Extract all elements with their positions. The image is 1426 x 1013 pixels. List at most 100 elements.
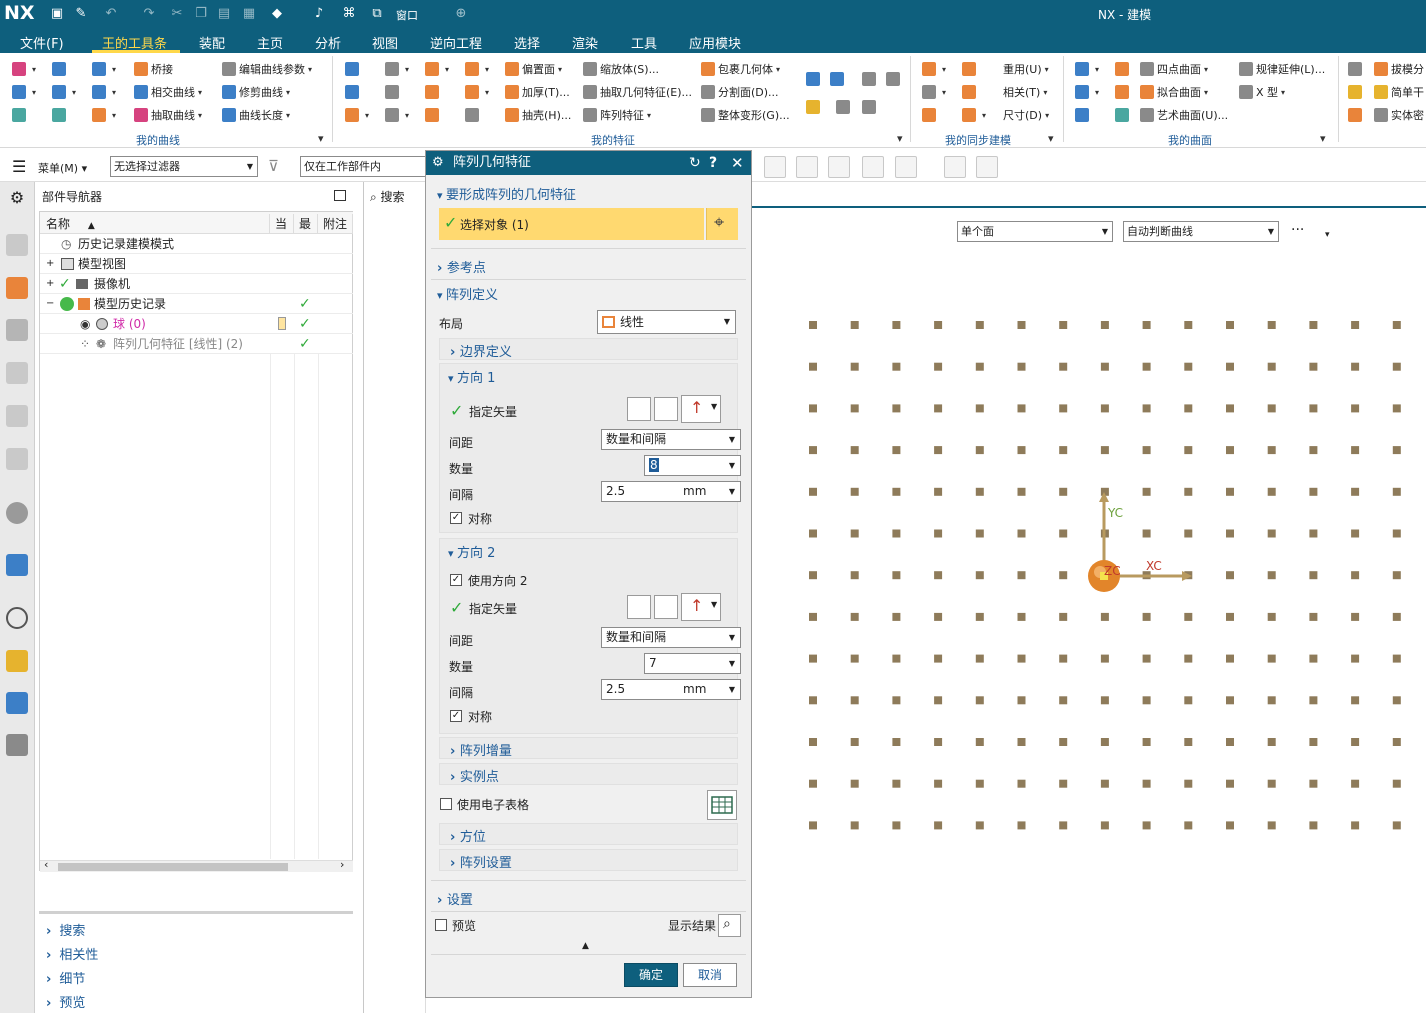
show-result-button[interactable]: ⌕ xyxy=(718,914,741,937)
section-pattern-definition[interactable]: 阵列定义 xyxy=(437,284,498,303)
pattern-instance-dot xyxy=(850,404,859,413)
pattern-instance-dot xyxy=(892,321,901,329)
pattern-instance-dot xyxy=(1184,779,1193,788)
dialog-gear-icon[interactable]: ⚙ xyxy=(432,151,444,175)
axis-y-label: YC xyxy=(1108,506,1124,520)
reset-icon[interactable]: ↻ xyxy=(689,151,701,175)
pattern-instance-dot xyxy=(892,529,901,538)
pattern-instance-dot xyxy=(1059,321,1068,329)
dir2-vector-type-icon[interactable]: ↑ ▼ xyxy=(681,593,721,621)
pattern-instance-dot xyxy=(975,779,984,788)
pattern-instance-dot xyxy=(1392,821,1401,830)
pattern-instance-dot xyxy=(1184,404,1193,413)
pattern-instance-dot xyxy=(1267,821,1276,830)
pattern-instance-dot xyxy=(1392,738,1401,746)
pattern-instance-dot xyxy=(1351,738,1360,746)
dir2-symmetric-label: 对称 xyxy=(468,710,493,724)
dir1-reverse-direction-icon[interactable] xyxy=(654,397,678,421)
crosshair-select-button[interactable]: ⌖ xyxy=(706,208,738,240)
pattern-instance-dot xyxy=(809,612,817,621)
pattern-instance-dot xyxy=(1309,362,1318,371)
pattern-instance-dot xyxy=(1309,404,1318,413)
boundary-panel: 边界定义 xyxy=(439,338,738,360)
help-icon[interactable]: ? xyxy=(709,151,717,175)
section-boundary[interactable]: 边界定义 xyxy=(450,341,512,360)
dir1-symmetric-checkbox[interactable]: ✓ xyxy=(450,512,462,524)
select-object-row[interactable]: ✓ 选择对象 (1) xyxy=(439,208,704,240)
section-pattern-settings[interactable]: 阵列设置 xyxy=(450,852,512,871)
pattern-instance-dot xyxy=(1100,362,1109,371)
close-icon[interactable]: ✕ xyxy=(731,151,744,175)
pattern-instance-dot xyxy=(850,779,859,788)
pattern-instance-dot xyxy=(975,738,984,746)
section-geometry-to-pattern[interactable]: 要形成阵列的几何特征 xyxy=(437,184,576,203)
pattern-instance-dot xyxy=(1226,738,1234,746)
pattern-instance-dot xyxy=(1100,821,1109,830)
pattern-instance-dot xyxy=(975,362,984,371)
pattern-instance-dot xyxy=(892,654,901,663)
pattern-instance-dot xyxy=(1267,404,1276,413)
axis-z-label: ZC xyxy=(1104,564,1121,578)
pattern-instance-dot xyxy=(1226,696,1234,705)
preview-checkbox[interactable] xyxy=(435,919,447,931)
dir2-spacing-select[interactable]: 数量和间隔 ▼ xyxy=(601,627,741,648)
collapse-arrow-icon[interactable]: ▲ xyxy=(582,941,589,951)
orientation-panel: 方位 xyxy=(439,823,738,845)
check-icon: ✓ xyxy=(444,213,458,232)
show-result-label: 显示结果 xyxy=(668,919,717,933)
ok-button[interactable]: 确定 xyxy=(624,963,678,987)
dir2-count-input[interactable]: 7 ▼ xyxy=(644,653,741,674)
pattern-instance-dot xyxy=(1100,404,1109,413)
use-direction2-checkbox[interactable]: ✓ xyxy=(450,574,462,586)
pattern-instance-dot xyxy=(975,696,984,705)
layout-select[interactable]: 线性 ▼ xyxy=(597,310,736,334)
pattern-instance-dot xyxy=(1392,612,1401,621)
dir1-pitch-input[interactable]: 2.5 mm ▼ xyxy=(601,481,741,502)
divider xyxy=(431,911,746,912)
wcs-triad[interactable] xyxy=(1080,488,1200,598)
pattern-instance-dot xyxy=(1309,571,1318,580)
pattern-instance-dot xyxy=(1351,696,1360,705)
pattern-instance-dot xyxy=(809,654,817,663)
pattern-instance-dot xyxy=(1392,487,1401,496)
pattern-instance-dot xyxy=(809,571,817,580)
pattern-instance-dot xyxy=(1267,696,1276,705)
preview-label: 预览 xyxy=(452,919,477,933)
dir2-pitch-input[interactable]: 2.5 mm ▼ xyxy=(601,679,741,700)
cancel-button[interactable]: 取消 xyxy=(683,963,737,987)
section-orientation[interactable]: 方位 xyxy=(450,826,486,845)
pattern-instance-dot xyxy=(1309,321,1318,329)
section-instance-points[interactable]: 实例点 xyxy=(450,766,499,785)
arrow-up-icon: ↑ xyxy=(690,398,704,417)
dir2-symmetric-checkbox[interactable]: ✓ xyxy=(450,710,462,722)
section-reference-point[interactable]: 参考点 xyxy=(437,257,486,276)
pattern-instance-dot xyxy=(975,654,984,663)
section-direction-2[interactable]: 方向 2 xyxy=(448,542,495,561)
pattern-instance-dot xyxy=(1226,571,1234,580)
pattern-instance-dot xyxy=(809,404,817,413)
pattern-instance-dot xyxy=(1059,696,1068,705)
pattern-instance-dot xyxy=(1184,738,1193,746)
pattern-instance-dot xyxy=(1351,529,1360,538)
pattern-instance-dot xyxy=(1309,821,1318,830)
use-spreadsheet-checkbox[interactable] xyxy=(440,798,452,810)
dir2-vector-dialog-icon[interactable] xyxy=(627,595,651,619)
pattern-instance-dot xyxy=(934,362,943,371)
dir2-count-label: 数量 xyxy=(449,660,474,674)
section-settings[interactable]: 设置 xyxy=(437,889,473,908)
pattern-instance-dot xyxy=(850,654,859,663)
dir1-count-input[interactable]: 8 ▼ xyxy=(644,455,741,476)
dir2-reverse-direction-icon[interactable] xyxy=(654,595,678,619)
divider xyxy=(431,880,746,881)
pattern-instance-dot xyxy=(1059,446,1068,455)
dir1-vector-dialog-icon[interactable] xyxy=(627,397,651,421)
dir1-spacing-select[interactable]: 数量和间隔 ▼ xyxy=(601,429,741,450)
pattern-instance-dot xyxy=(892,362,901,371)
pattern-instance-dot xyxy=(1309,654,1318,663)
dir1-vector-type-icon[interactable]: ↑ ▼ xyxy=(681,395,721,423)
spreadsheet-button[interactable] xyxy=(707,790,737,820)
section-direction-1[interactable]: 方向 1 xyxy=(448,367,495,386)
section-pattern-increment[interactable]: 阵列增量 xyxy=(450,740,512,759)
pattern-instance-dot xyxy=(1226,779,1234,788)
pattern-instance-dot xyxy=(1142,321,1151,329)
